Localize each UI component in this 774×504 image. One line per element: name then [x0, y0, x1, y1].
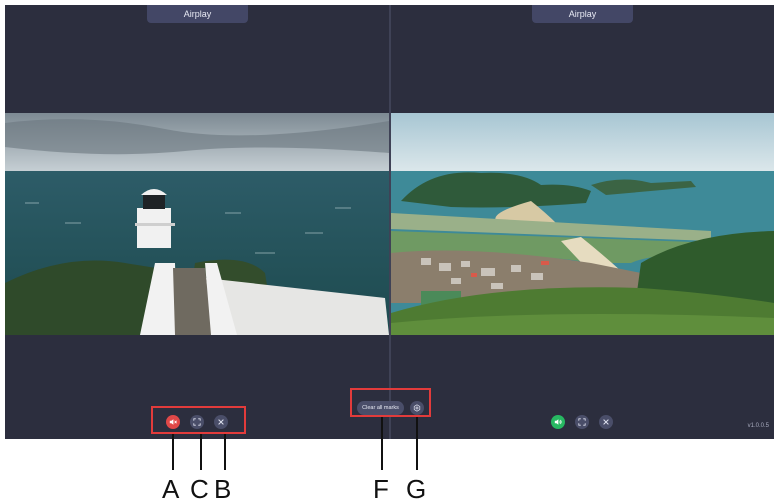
callout-label-f: F [373, 474, 389, 504]
volume-button[interactable] [551, 415, 565, 429]
left-shared-image[interactable] [5, 113, 389, 335]
right-shared-image[interactable] [391, 113, 774, 335]
fullscreen-icon [578, 418, 586, 426]
airplay-split-screen: Airplay Airplay Clear all marks v1.0.0.5 [5, 5, 774, 439]
callout-label-b: B [214, 474, 232, 504]
callout-line-c [200, 434, 202, 470]
center-toolbar-highlight [350, 388, 431, 417]
speaker-on-icon [554, 419, 562, 425]
fullscreen-button[interactable] [575, 415, 589, 429]
callout-line-a [172, 434, 174, 470]
callout-label-c: C [190, 474, 209, 504]
callout-label-g: G [406, 474, 427, 504]
left-pane: Airplay [5, 5, 389, 439]
callout-label-a: A [162, 474, 180, 504]
right-airplay-tab[interactable]: Airplay [532, 5, 633, 23]
callout-line-b [224, 434, 226, 470]
left-controls-highlight [151, 406, 246, 434]
right-pane: Airplay [391, 5, 774, 439]
left-airplay-tab[interactable]: Airplay [147, 5, 248, 23]
close-button[interactable] [599, 415, 613, 429]
version-label: v1.0.0.5 [747, 423, 769, 429]
close-icon [603, 419, 609, 425]
callout-line-f [381, 417, 383, 470]
island-photo [391, 113, 774, 335]
callout-line-g [416, 417, 418, 470]
lighthouse-photo [5, 113, 389, 335]
